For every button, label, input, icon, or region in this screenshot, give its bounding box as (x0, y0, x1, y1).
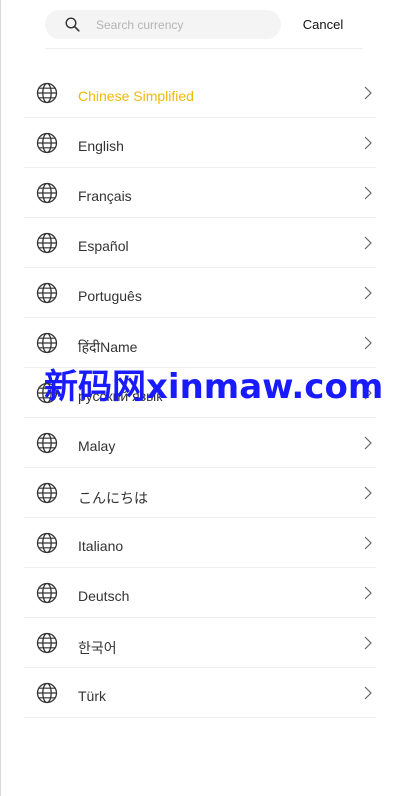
globe-icon (36, 632, 58, 654)
chevron-right-icon (364, 586, 372, 600)
globe-icon (36, 132, 58, 154)
language-item-chinese-simplified[interactable]: Chinese Simplified (0, 68, 400, 118)
globe-icon (36, 482, 58, 504)
chevron-right-icon (364, 186, 372, 200)
language-label: Français (78, 188, 132, 204)
globe-icon (36, 282, 58, 304)
language-item-english[interactable]: English (0, 118, 400, 168)
globe-icon (36, 332, 58, 354)
chevron-right-icon (364, 136, 372, 150)
language-label: हिंदीName (78, 339, 138, 355)
chevron-right-icon (364, 486, 372, 500)
chevron-right-icon (364, 236, 372, 250)
language-item-deutsch[interactable]: Deutsch (0, 568, 400, 618)
language-item-malay[interactable]: Malay (0, 418, 400, 468)
watermark: 新码网xinmaw.com (44, 367, 384, 407)
globe-icon (36, 532, 58, 554)
globe-icon (36, 82, 58, 104)
language-item-espanol[interactable]: Español (0, 218, 400, 268)
language-label: Español (78, 238, 129, 254)
language-label: 한국어 (78, 640, 117, 656)
chevron-right-icon (364, 436, 372, 450)
language-label: Deutsch (78, 588, 130, 604)
language-label: こんにちは (78, 490, 148, 506)
globe-icon (36, 682, 58, 704)
search-icon (65, 17, 80, 32)
language-item-korean[interactable]: 한국어 (0, 618, 400, 668)
search-header: Cancel (0, 0, 400, 49)
language-item-japanese[interactable]: こんにちは (0, 468, 400, 518)
language-label: Türk (78, 688, 106, 704)
globe-icon (36, 432, 58, 454)
language-item-hindi[interactable]: हिंदीName (0, 318, 400, 368)
chevron-right-icon (364, 686, 372, 700)
globe-icon (36, 232, 58, 254)
search-box[interactable] (45, 10, 281, 39)
language-label: Português (78, 288, 142, 304)
cancel-button[interactable]: Cancel (298, 10, 348, 39)
chevron-right-icon (364, 336, 372, 350)
header-divider (45, 48, 363, 49)
language-label: Malay (78, 438, 116, 454)
chevron-right-icon (364, 286, 372, 300)
language-item-francais[interactable]: Français (0, 168, 400, 218)
language-label: Italiano (78, 538, 124, 554)
globe-icon (36, 182, 58, 204)
chevron-right-icon (364, 536, 372, 550)
language-label: Chinese Simplified (78, 88, 194, 104)
language-label: English (78, 138, 124, 154)
language-item-portugues[interactable]: Português (0, 268, 400, 318)
globe-icon (36, 582, 58, 604)
language-item-turk[interactable]: Türk (0, 668, 400, 718)
chevron-right-icon (364, 636, 372, 650)
search-input[interactable] (96, 10, 271, 39)
language-item-italiano[interactable]: Italiano (0, 518, 400, 568)
chevron-right-icon (364, 86, 372, 100)
